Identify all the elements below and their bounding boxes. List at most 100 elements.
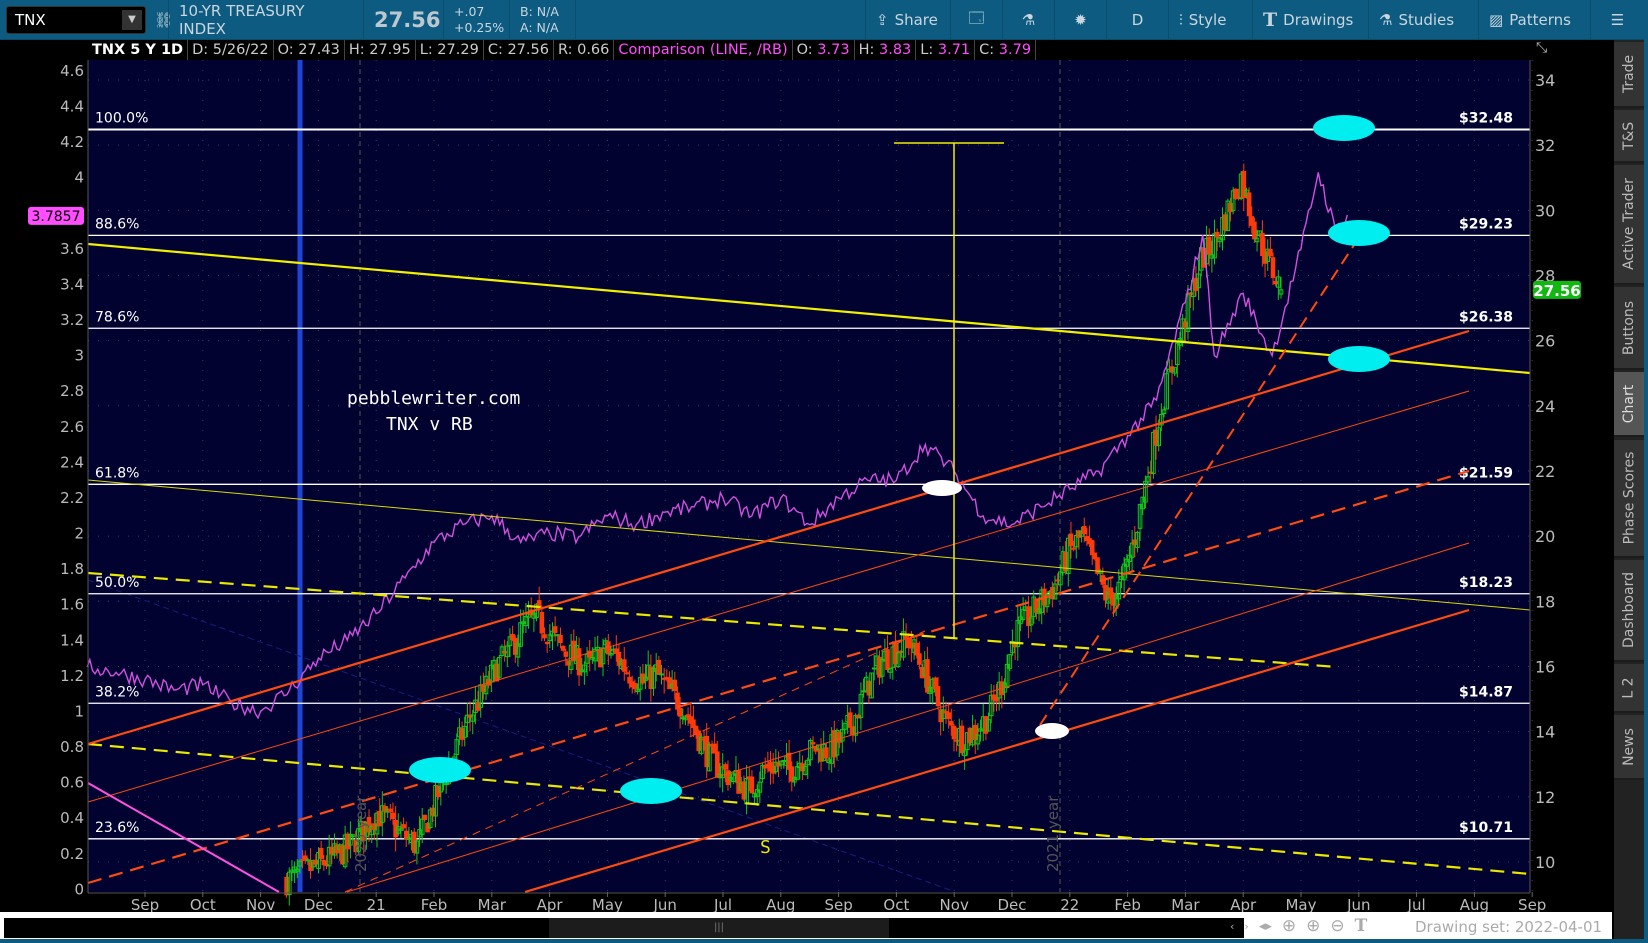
scroll-left-icon[interactable]: ‹ bbox=[1230, 920, 1234, 933]
candle-body bbox=[318, 847, 324, 859]
right-axis-tick: 22 bbox=[1535, 462, 1555, 481]
symbol-selector[interactable]: TNX ▼ bbox=[6, 6, 146, 34]
menu-icon: ☰ bbox=[1610, 11, 1625, 29]
side-tab-l-2[interactable]: L 2 bbox=[1614, 664, 1644, 713]
auto-scale-icon[interactable]: ⤡ bbox=[1536, 40, 1547, 56]
comparison-high: H: 3.83 bbox=[855, 40, 917, 60]
left-axis-tick: 0.2 bbox=[60, 845, 84, 863]
drawing-set-selector[interactable]: Drawing set: 2022-04-01 bbox=[1415, 918, 1602, 936]
chart-title: TNX 5 Y 1D bbox=[88, 40, 189, 60]
side-tab-t-s[interactable]: T&S bbox=[1614, 110, 1644, 163]
info-button[interactable]: 🗔 bbox=[950, 0, 1002, 40]
candle-body bbox=[1071, 547, 1076, 550]
patterns-button[interactable]: ▨ Patterns bbox=[1478, 0, 1581, 40]
left-axis-tick: 0 bbox=[74, 880, 84, 898]
candle-icon: ⫶ bbox=[1179, 11, 1183, 29]
window-edge-bottom bbox=[0, 939, 1648, 943]
candle-body bbox=[824, 747, 829, 759]
right-axis-tick: 30 bbox=[1535, 201, 1555, 220]
net-change: +.07 +0.25% bbox=[443, 0, 509, 40]
settings-button[interactable]: ✹ bbox=[1054, 0, 1106, 40]
candle-body bbox=[871, 667, 877, 670]
side-tab-dashboard[interactable]: Dashboard bbox=[1614, 560, 1644, 662]
candle-body bbox=[1252, 221, 1257, 240]
left-axis-tick: 1.2 bbox=[60, 667, 84, 685]
drawings-button[interactable]: T Drawings bbox=[1252, 0, 1363, 40]
side-tab-news[interactable]: News bbox=[1614, 715, 1644, 780]
side-tab-label: Active Trader bbox=[1621, 178, 1637, 270]
candle-body bbox=[1206, 236, 1212, 255]
scroll-right-icon[interactable]: › bbox=[1244, 920, 1248, 933]
chevron-down-icon[interactable]: ▼ bbox=[122, 10, 142, 30]
side-tab-label: Dashboard bbox=[1621, 572, 1637, 648]
side-tab-phase-scores[interactable]: Phase Scores bbox=[1614, 440, 1644, 558]
bar-close: C: 27.56 bbox=[484, 40, 554, 60]
candle-body bbox=[544, 641, 550, 645]
candle-body bbox=[1081, 526, 1087, 535]
side-tab-chart[interactable]: Chart bbox=[1614, 372, 1644, 437]
studies-label: Studies bbox=[1398, 11, 1455, 29]
change-pct: +0.25% bbox=[454, 20, 505, 35]
pivot-ellipse[interactable] bbox=[1035, 723, 1069, 739]
left-axis-tick: 0.8 bbox=[60, 738, 84, 756]
candle-body bbox=[917, 653, 922, 665]
fib-price-label: $18.23 bbox=[1459, 575, 1513, 591]
x-axis-tick: May bbox=[592, 896, 623, 912]
right-axis-tick: 26 bbox=[1535, 332, 1555, 351]
target-ellipse[interactable] bbox=[1328, 220, 1390, 246]
candle-body bbox=[672, 679, 678, 692]
pan-icon[interactable]: ◂▸ bbox=[1259, 919, 1272, 934]
window-edge bbox=[1644, 0, 1648, 943]
chart-info-bar: TNX 5 Y 1D D: 5/26/22 O: 27.43 H: 27.95 … bbox=[0, 40, 1648, 60]
studies-button[interactable]: ⚗ Studies bbox=[1368, 0, 1464, 40]
fib-price-label: $26.38 bbox=[1459, 309, 1513, 325]
candle-body bbox=[723, 764, 728, 770]
left-axis-tick: 2.2 bbox=[60, 489, 84, 507]
side-tab-trade[interactable]: Trade bbox=[1614, 42, 1644, 108]
target-ellipse[interactable] bbox=[620, 778, 682, 804]
candle-body bbox=[624, 672, 630, 675]
x-axis-tick: Feb bbox=[1114, 896, 1141, 912]
target-ellipse[interactable] bbox=[1313, 115, 1375, 141]
candle-body bbox=[542, 634, 547, 639]
menu-button[interactable]: ☰ bbox=[1590, 0, 1644, 40]
left-axis-tick: 2.4 bbox=[60, 453, 84, 471]
target-ellipse[interactable] bbox=[1328, 346, 1390, 372]
fib-percent-label: 88.6% bbox=[95, 216, 139, 232]
flask-button[interactable]: ⚗ bbox=[1002, 0, 1054, 40]
plot-background bbox=[88, 60, 1530, 892]
left-axis-tick: 3 bbox=[74, 347, 84, 365]
scrollbar-thumb[interactable]: ||| bbox=[549, 918, 889, 938]
x-axis-tick: Apr bbox=[537, 896, 564, 912]
x-axis-tick: Aug bbox=[1460, 896, 1489, 912]
candle-body bbox=[563, 651, 569, 657]
side-tab-buttons[interactable]: Buttons bbox=[1614, 287, 1644, 370]
x-axis-tick: Dec bbox=[997, 896, 1026, 912]
text-tool-icon[interactable]: T bbox=[1355, 916, 1368, 936]
pivot-ellipse[interactable] bbox=[922, 480, 962, 496]
style-button[interactable]: ⫶ Style bbox=[1168, 0, 1236, 40]
flask-icon: ⚗ bbox=[1379, 11, 1393, 29]
price-chart[interactable]: 100.0% $32.48 88.6% $29.23 78.6% $26.38 61.8% $… bbox=[0, 60, 1612, 914]
comparison-low: L: 3.71 bbox=[916, 40, 976, 60]
comparison-price-marker-label: 3.7857 bbox=[32, 209, 81, 225]
candle-body bbox=[715, 751, 720, 778]
timeframe-button[interactable]: D bbox=[1106, 0, 1168, 40]
fib-percent-label: 78.6% bbox=[95, 309, 139, 325]
comparison-label[interactable]: Comparison (LINE, /RB) bbox=[614, 40, 793, 60]
chart-area[interactable]: 100.0% $32.48 88.6% $29.23 78.6% $26.38 61.8% $… bbox=[0, 60, 1612, 914]
candle-body bbox=[951, 725, 957, 740]
share-button[interactable]: ⇪ Share bbox=[865, 0, 948, 40]
horizontal-scrollbar[interactable]: ||| bbox=[4, 918, 1244, 938]
side-tab-active-trader[interactable]: Active Trader bbox=[1614, 165, 1644, 285]
target-ellipse[interactable] bbox=[409, 757, 471, 783]
label: C: bbox=[979, 42, 995, 58]
left-axis-tick: 0.6 bbox=[60, 774, 84, 792]
text-t-icon: T bbox=[1263, 9, 1278, 31]
crosshair-icon[interactable]: ⊕ bbox=[1282, 916, 1296, 936]
right-axis-tick: 14 bbox=[1535, 723, 1555, 742]
zoom-in-icon[interactable]: ⊕ bbox=[1306, 916, 1320, 936]
zoom-out-icon[interactable]: ⊖ bbox=[1330, 916, 1344, 936]
candle-body bbox=[390, 812, 396, 820]
left-axis-tick: 2.6 bbox=[60, 418, 84, 436]
